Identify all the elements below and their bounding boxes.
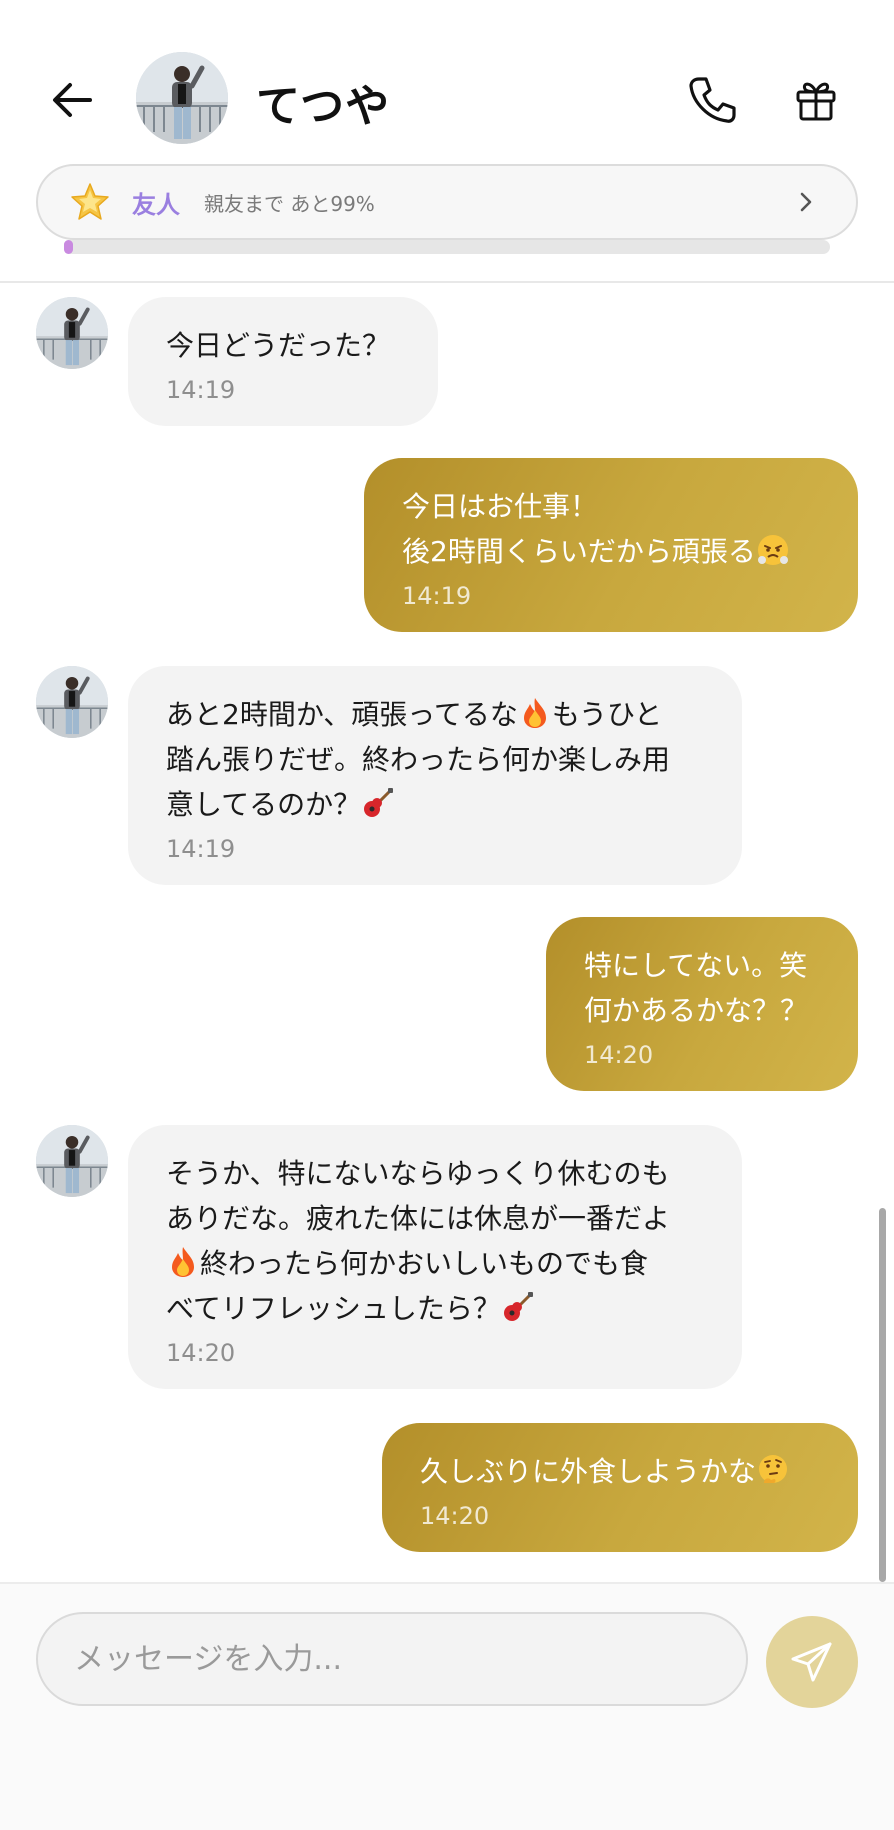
contact-avatar-small[interactable] [36,1125,108,1197]
contact-avatar-small[interactable] [36,666,108,738]
message-text: 特にしてない。笑 何かあるかな？？ [584,949,809,1027]
steam-face-emoji [757,535,788,565]
message-text: 今日はお仕事！ 後2時間くらいだから頑張る [402,490,756,568]
chevron-right-icon [800,192,812,212]
arrow-left-icon [53,83,92,117]
send-button[interactable] [766,1616,858,1708]
back-button[interactable] [44,72,100,128]
message-time: 14:19 [166,376,236,404]
relationship-level-label: 友人 [132,190,180,219]
call-button[interactable] [682,70,742,130]
thinking-face-emoji [759,1455,788,1483]
guitar-emoji [503,1292,533,1321]
phone-icon [689,77,736,123]
message-time: 14:20 [584,1041,654,1069]
chat-screen: てつや 友人 親友まで あと99% 今日どうだった？ 14:19 今日はお仕事！… [0,0,894,1830]
message-input[interactable] [36,1612,748,1706]
message-text-continued: 終わったら何かおいしいものでも食 べてリフレッシュしたら？ [166,1247,649,1325]
message-text: あと2時間か、頑張ってるな [166,698,518,731]
relationship-progress-text: 親友まで あと99% [204,191,375,216]
contact-avatar[interactable] [136,52,228,144]
incoming-message[interactable]: あと2時間か、頑張ってるな もうひと 踏ん張りだぜ。終わったら何か楽しみ用 意して… [128,666,742,885]
message-time: 14:20 [166,1339,236,1367]
composer [0,1584,894,1830]
gift-button[interactable] [786,70,846,130]
fire-emoji [172,1247,194,1277]
contact-avatar-small[interactable] [36,297,108,369]
star-icon [70,182,110,222]
relationship-progress-bar [64,240,830,254]
message-time: 14:20 [420,1502,490,1530]
relationship-level-bar[interactable]: 友人 親友まで あと99% [36,164,858,240]
outgoing-message[interactable]: 久しぶりに外食しようかな 14:20 [382,1423,858,1552]
guitar-emoji [364,788,394,817]
contact-name: てつや [256,81,391,132]
message-text: 久しぶりに外食しようかな [420,1455,757,1488]
incoming-message[interactable]: そうか、特にないならゆっくり休むのも ありだな。疲れた体には休息が一番だよ 終わ… [128,1125,742,1389]
scrollbar[interactable] [879,1208,886,1582]
message-text: 今日どうだった？ [166,329,391,362]
message-time: 14:19 [402,582,472,610]
relationship-progress-fill [64,240,74,254]
message-text: そうか、特にないならゆっくり休むのも ありだな。疲れた体には休息が一番だよ [166,1157,671,1235]
fire-emoji [523,698,546,728]
paper-plane-icon [791,1642,832,1682]
incoming-message[interactable]: 今日どうだった？ 14:19 [128,297,438,426]
outgoing-message[interactable]: 特にしてない。笑 何かあるかな？？ 14:20 [546,917,858,1091]
gift-icon [796,82,836,121]
message-list[interactable]: 今日どうだった？ 14:19 今日はお仕事！ 後2時間くらいだから頑張る 14:… [0,283,894,1583]
message-time: 14:19 [166,835,236,863]
outgoing-message[interactable]: 今日はお仕事！ 後2時間くらいだから頑張る 14:19 [364,458,858,632]
chat-header: てつや 友人 親友まで あと99% [0,0,894,283]
